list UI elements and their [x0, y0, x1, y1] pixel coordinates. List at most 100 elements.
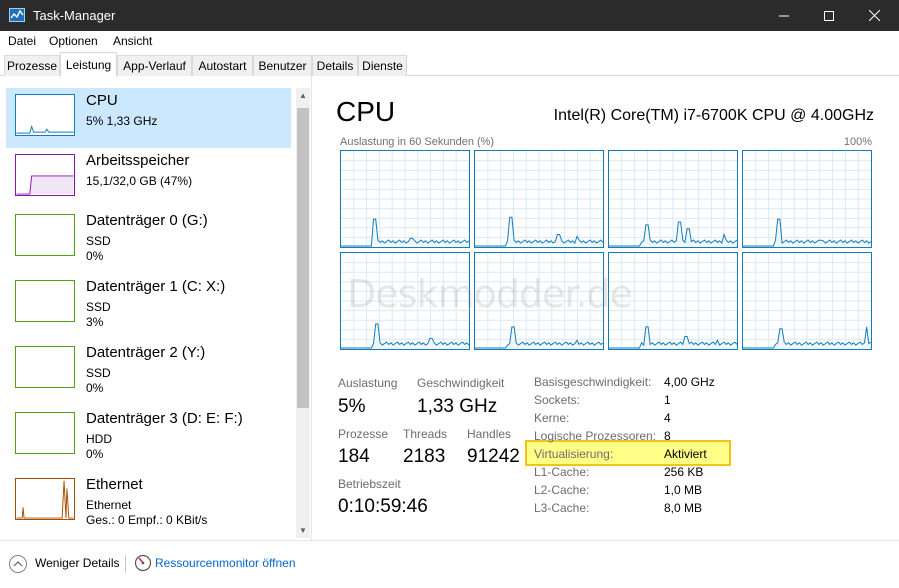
resource-title: Datenträger 0 (G:): [86, 212, 208, 229]
minimize-button[interactable]: [761, 0, 807, 31]
scroll-down-icon[interactable]: ▼: [299, 526, 307, 535]
l3-cache-value: 8,0 MB: [664, 501, 703, 515]
core-graph: [474, 150, 604, 248]
menu-bar: Datei Optionen Ansicht: [0, 31, 899, 51]
tab-bar: Prozesse Leistung App-Verlauf Autostart …: [0, 51, 899, 77]
betriebszeit-label: Betriebszeit: [338, 477, 401, 491]
resource-list: CPU 5% 1,33 GHz Arbeitsspeicher 15,1/32,…: [0, 76, 312, 540]
virtualization-label: Virtualisierung:: [534, 447, 614, 461]
scroll-up-icon[interactable]: ▲: [299, 91, 307, 100]
resource-title: Arbeitsspeicher: [86, 152, 190, 169]
l2-cache-value: 1,0 MB: [664, 483, 703, 497]
menu-ansicht[interactable]: Ansicht: [113, 34, 152, 48]
logical-processors-value: 8: [664, 429, 671, 443]
sockets-label: Sockets:: [534, 393, 581, 407]
resource-usage: 0%: [86, 381, 104, 395]
graph-max-label: 100%: [843, 136, 872, 148]
base-speed-value: 4,00 GHz: [664, 375, 715, 389]
maximize-icon: [824, 10, 834, 21]
resource-disk-3[interactable]: Datenträger 3 (D: E: F:) HDD 0%: [6, 406, 291, 466]
resource-monitor-link[interactable]: Ressourcenmonitor öffnen: [155, 556, 296, 570]
disk-2-sparkline: [15, 346, 75, 388]
geschwindigkeit-value: 1,33 GHz: [417, 396, 498, 417]
tab-autostart[interactable]: Autostart: [192, 55, 253, 76]
cores-label: Kerne:: [534, 411, 570, 425]
core-graph-svg: [743, 151, 871, 247]
tab-benutzer[interactable]: Benutzer: [253, 55, 312, 76]
resource-usage: 0%: [86, 249, 104, 263]
core-graph: [742, 150, 872, 248]
resource-memory[interactable]: Arbeitsspeicher 15,1/32,0 GB (47%): [6, 148, 291, 208]
resource-ethernet[interactable]: Ethernet Ethernet Ges.: 0 Empf.: 0 KBit/…: [6, 472, 291, 532]
title-bar[interactable]: Task-Manager: [0, 0, 899, 31]
auslastung-value: 5%: [338, 396, 366, 417]
core-graph-svg: [609, 151, 737, 247]
l1-cache-label: L1-Cache:: [534, 465, 590, 479]
core-graph: [742, 252, 872, 350]
disk-1-sparkline: [15, 280, 75, 322]
base-speed-label: Basisgeschwindigkeit:: [534, 375, 652, 389]
auslastung-label: Auslastung: [338, 376, 398, 390]
resource-disk-0[interactable]: Datenträger 0 (G:) SSD 0%: [6, 208, 291, 268]
core-graph-svg: [341, 151, 469, 247]
sockets-value: 1: [664, 393, 671, 407]
core-graph-svg: [743, 253, 871, 349]
l2-cache-label: L2-Cache:: [534, 483, 590, 497]
close-icon: [868, 10, 880, 21]
disk-3-sparkline: [15, 412, 75, 454]
resource-type: SSD: [86, 234, 111, 248]
cpu-detail-panel: CPU Intel(R) Core(TM) i7-6700K CPU @ 4.0…: [313, 76, 899, 540]
resource-title: Datenträger 1 (C: X:): [86, 278, 226, 295]
logical-processors-label: Logische Prozessoren:: [534, 429, 657, 443]
resource-subtitle: 15,1/32,0 GB (47%): [86, 174, 193, 188]
resource-usage: 0%: [86, 447, 104, 461]
minimize-icon: [779, 15, 789, 16]
cores-value: 4: [664, 411, 671, 425]
menu-optionen[interactable]: Optionen: [49, 34, 98, 48]
threads-label: Threads: [403, 427, 448, 441]
scroll-thumb[interactable]: [297, 108, 309, 408]
cpu-model: Intel(R) Core(TM) i7-6700K CPU @ 4.00GHz: [553, 107, 874, 124]
virtualization-value: Aktiviert: [664, 447, 707, 461]
resource-cpu[interactable]: CPU 5% 1,33 GHz: [6, 88, 291, 148]
handles-value: 91242: [467, 446, 520, 467]
task-manager-icon: [9, 8, 25, 22]
memory-sparkline: [15, 154, 75, 196]
resource-throughput: Ges.: 0 Empf.: 0 KBit/s: [86, 513, 208, 527]
disk-0-sparkline: [15, 214, 75, 256]
resource-title: Ethernet: [86, 476, 143, 493]
tab-leistung[interactable]: Leistung: [60, 52, 117, 77]
l1-cache-value: 256 KB: [664, 465, 704, 479]
ethernet-sparkline: [15, 478, 75, 520]
resource-type: SSD: [86, 366, 111, 380]
cpu-core-graphs: [340, 150, 873, 351]
fewer-details-button[interactable]: Weniger Details: [35, 556, 119, 570]
page-title: CPU: [336, 96, 396, 127]
tab-prozesse[interactable]: Prozesse: [4, 55, 60, 76]
maximize-button[interactable]: [806, 0, 852, 31]
betriebszeit-value: 0:10:59:46: [338, 496, 428, 517]
resource-usage: 3%: [86, 315, 104, 329]
resource-subtitle: 5% 1,33 GHz: [86, 114, 158, 128]
handles-label: Handles: [467, 427, 512, 441]
tab-dienste[interactable]: Dienste: [358, 55, 407, 76]
threads-value: 2183: [403, 446, 446, 467]
core-graph-svg: [475, 151, 603, 247]
geschwindigkeit-label: Geschwindigkeit: [417, 376, 505, 390]
tab-app-verlauf[interactable]: App-Verlauf: [117, 55, 192, 76]
tab-details[interactable]: Details: [312, 55, 358, 76]
resource-list-scrollbar[interactable]: ▲ ▼: [296, 88, 310, 538]
resource-type: Ethernet: [86, 498, 132, 512]
cpu-sparkline: [15, 94, 75, 136]
chevron-up-icon[interactable]: [9, 555, 27, 573]
resource-disk-2[interactable]: Datenträger 2 (Y:) SSD 0%: [6, 340, 291, 400]
prozesse-label: Prozesse: [338, 427, 389, 441]
core-graph: [340, 150, 470, 248]
menu-datei[interactable]: Datei: [8, 34, 36, 48]
l3-cache-label: L3-Cache:: [534, 501, 590, 515]
resource-title: CPU: [86, 92, 118, 109]
resource-monitor-icon[interactable]: [134, 554, 152, 572]
graph-caption: Auslastung in 60 Sekunden (%): [340, 136, 495, 148]
resource-disk-1[interactable]: Datenträger 1 (C: X:) SSD 3%: [6, 274, 291, 334]
close-button[interactable]: [851, 0, 897, 31]
